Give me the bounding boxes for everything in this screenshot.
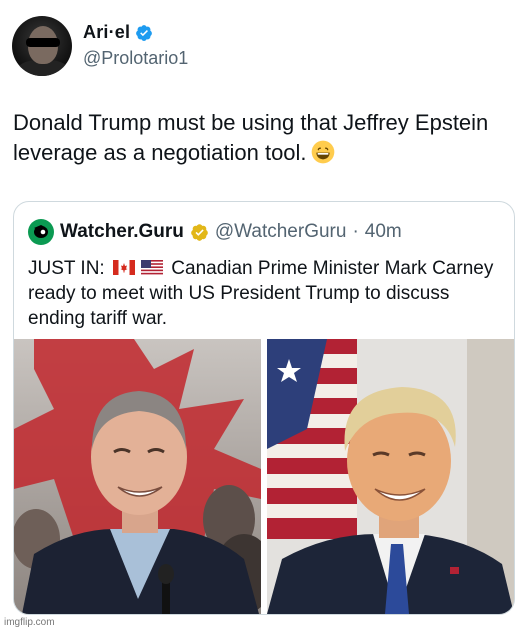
author-avatar[interactable] [12,16,72,76]
canada-flag-icon [113,260,135,275]
us-flag-icon [141,260,163,275]
tweet-text: Donald Trump must be using that Jeffrey … [13,108,513,168]
author-name-row[interactable]: Ari·el [83,22,153,43]
verified-badge-icon [136,24,153,41]
trump-photo-illustration [267,339,514,614]
tweet-text-content: Donald Trump must be using that Jeffrey … [13,110,489,165]
eye-icon [34,225,48,238]
imgflip-watermark: imgflip.com [4,617,55,628]
quoted-tweet-card[interactable]: Watcher.Guru @WatcherGuru · 40m JUST IN: C… [13,201,515,615]
quoted-tweet-header: Watcher.Guru @WatcherGuru · 40m [28,219,402,245]
quoted-timestamp[interactable]: 40m [365,221,402,243]
grinning-emoji-icon [311,140,334,164]
author-handle[interactable]: @Prolotario1 [83,48,188,69]
gold-verified-badge-icon [191,223,208,241]
donald-trump-photo[interactable] [267,339,514,614]
dot-separator: · [352,221,359,242]
quoted-tweet-text: JUST IN: Canadian Prime Minister Mark Ca… [28,256,502,331]
quoted-handle[interactable]: @WatcherGuru [215,221,347,243]
quoted-text-prefix: JUST IN: [28,258,105,279]
author-display-name[interactable]: Ari·el [83,22,130,43]
watcher-guru-logo-icon[interactable] [28,219,54,245]
carney-photo-illustration [14,339,261,614]
mark-carney-photo[interactable] [14,339,261,614]
quoted-display-name[interactable]: Watcher.Guru [60,221,184,243]
